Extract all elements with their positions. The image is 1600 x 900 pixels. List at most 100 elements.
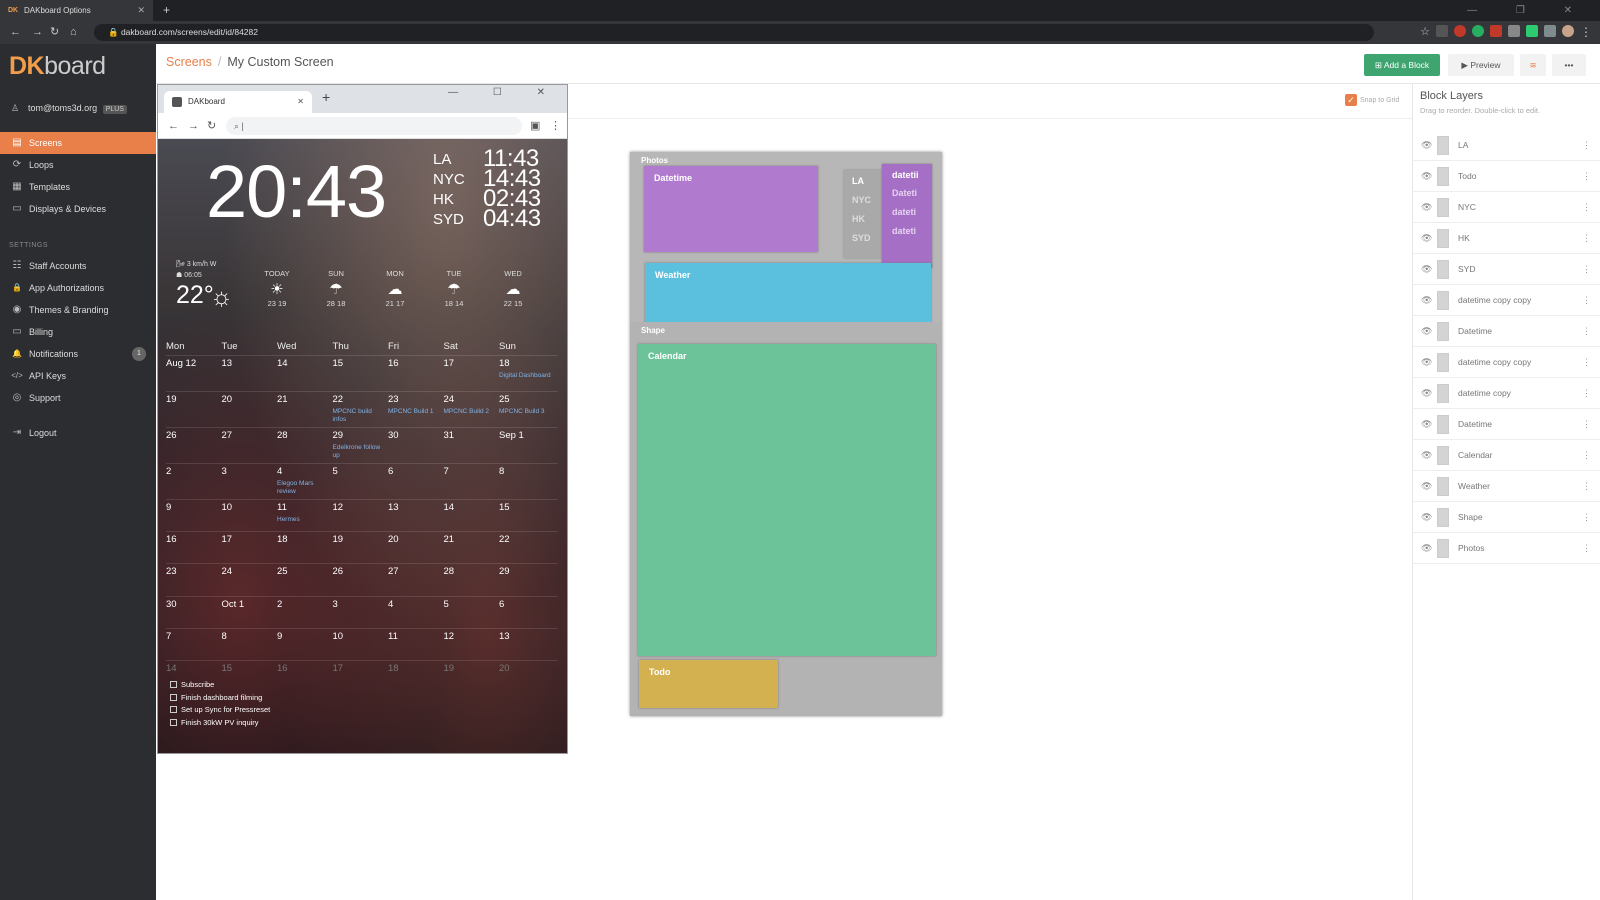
sidebar-item-notifications[interactable]: 🔔 Notifications 1 [0,343,156,365]
calendar-day-cell[interactable]: 26 [166,430,220,441]
calendar-day-cell[interactable]: 19 [333,534,387,545]
sidebar-item-screens[interactable]: ▤ Screens [0,132,156,154]
extension-icon[interactable] [1526,25,1538,37]
menu-icon[interactable]: ⋮ [550,113,561,139]
calendar-day-cell[interactable]: 28 [444,566,498,577]
sidebar-item-loops[interactable]: ⟳ Loops [0,154,156,176]
avatar[interactable] [1562,25,1574,37]
layer-item[interactable]: 👁 Calendar ⋮ [1413,440,1600,471]
eye-icon[interactable]: 👁 [1421,285,1432,316]
layer-menu-icon[interactable]: ⋮ [1582,285,1591,316]
calendar-day-cell[interactable]: 28 [277,430,331,441]
block-la[interactable]: LA [852,176,864,186]
calendar-event[interactable]: Edelkrone follow up [333,444,387,460]
calendar-day-cell[interactable]: 14 [166,663,220,674]
layer-menu-icon[interactable]: ⋮ [1582,533,1591,564]
extension-icon[interactable] [1454,25,1466,37]
calendar-day-cell[interactable]: 14 [277,358,331,369]
layer-item[interactable]: 👁 SYD ⋮ [1413,254,1600,285]
calendar-day-cell[interactable]: 17 [222,534,276,545]
calendar-day-cell[interactable]: 18 Digital Dashboard [499,358,553,380]
calendar-day-cell[interactable]: 18 [388,663,442,674]
reload-icon[interactable]: ↻ [207,113,216,139]
calendar-day-cell[interactable]: Aug 12 [166,358,220,369]
sidebar-item-billing[interactable]: ▭ Billing [0,321,156,343]
layer-menu-icon[interactable]: ⋮ [1582,254,1591,285]
calendar-day-cell[interactable]: 21 [444,534,498,545]
sidebar-item-displays[interactable]: ▭ Displays & Devices [0,198,156,220]
browser-menu-icon[interactable]: ⋮ [1580,25,1592,39]
breadcrumb-screens-link[interactable]: Screens [166,55,212,69]
calendar-day-cell[interactable]: 6 [388,466,442,477]
extension-icon[interactable] [1472,25,1484,37]
calendar-day-cell[interactable]: 24 MPCNC Build 2 [444,394,498,416]
calendar-day-cell[interactable]: 14 [444,502,498,513]
calendar-day-cell[interactable]: 6 [499,599,553,610]
extension-icon[interactable] [1490,25,1502,37]
home-icon[interactable]: ⌂ [70,21,77,44]
calendar-event[interactable]: Digital Dashboard [499,372,553,380]
url-field[interactable]: 🔒 dakboard.com/screens/edit/id/84282 [94,24,1374,41]
snap-checkbox[interactable]: ✓ [1345,94,1357,107]
layer-menu-icon[interactable]: ⋮ [1582,502,1591,533]
sidebar-item-logout[interactable]: ⇥ Logout [0,422,156,444]
layers-toggle-button[interactable]: ≋ [1520,54,1546,76]
dakboard-logo[interactable]: DKboard [9,52,106,81]
calendar-day-cell[interactable]: 21 [277,394,331,405]
layer-menu-icon[interactable]: ⋮ [1582,378,1591,409]
calendar-day-cell[interactable]: 19 [444,663,498,674]
calendar-day-cell[interactable]: 20 [388,534,442,545]
layer-menu-icon[interactable]: ⋮ [1582,223,1591,254]
layer-menu-icon[interactable]: ⋮ [1582,161,1591,192]
layer-item[interactable]: 👁 NYC ⋮ [1413,192,1600,223]
calendar-event[interactable]: MPCNC Build 1 [388,408,442,416]
block-nyc[interactable]: NYC [852,195,871,205]
calendar-day-cell[interactable]: 17 [444,358,498,369]
calendar-day-cell[interactable]: 3 [333,599,387,610]
calendar-day-cell[interactable]: 27 [388,566,442,577]
block-weather[interactable]: Weather [645,263,931,329]
calendar-day-cell[interactable]: 2 [277,599,331,610]
calendar-day-cell[interactable]: 11 Hermes [277,502,331,524]
calendar-day-cell[interactable]: Oct 1 [222,599,276,610]
calendar-event[interactable]: Elegoo Mars review [277,480,331,496]
todo-item[interactable]: Finish 30kW PV inquiry [170,717,270,730]
calendar-day-cell[interactable]: 10 [222,502,276,513]
block-calendar[interactable]: Calendar [638,344,936,656]
browser-tab[interactable]: DK DAKboard Options ✕ [0,0,153,21]
add-block-button[interactable]: ⊞ Add a Block [1364,54,1440,76]
eye-icon[interactable]: 👁 [1421,471,1432,502]
calendar-day-cell[interactable]: 19 [166,394,220,405]
sidebar-item-support[interactable]: ◎ Support [0,387,156,409]
new-tab-button[interactable]: + [322,89,330,105]
calendar-day-cell[interactable]: 27 [222,430,276,441]
calendar-day-cell[interactable]: 2 [166,466,220,477]
calendar-day-cell[interactable]: 16 [388,358,442,369]
todo-item[interactable]: Subscribe [170,679,270,692]
calendar-day-cell[interactable]: 7 [166,631,220,642]
omnibox-input[interactable]: ⌕ | [226,117,522,135]
layer-item[interactable]: 👁 Datetime ⋮ [1413,409,1600,440]
calendar-day-cell[interactable]: 4 [388,599,442,610]
calendar-day-cell[interactable]: 20 [499,663,553,674]
extension-icon[interactable] [1436,25,1448,37]
layer-menu-icon[interactable]: ⋮ [1582,409,1591,440]
calendar-day-cell[interactable]: 11 [388,631,442,642]
calendar-day-cell[interactable]: 29 Edelkrone follow up [333,430,387,460]
calendar-day-cell[interactable]: 9 [166,502,220,513]
calendar-day-cell[interactable]: Sep 1 [499,430,553,441]
eye-icon[interactable]: 👁 [1421,440,1432,471]
star-icon[interactable]: ☆ [1420,25,1430,38]
extension-icon[interactable] [1544,25,1556,37]
layer-menu-icon[interactable]: ⋮ [1582,192,1591,223]
calendar-day-cell[interactable]: 13 [222,358,276,369]
sidebar-item-app-authorizations[interactable]: 🔒 App Authorizations [0,277,156,299]
layer-item[interactable]: 👁 Weather ⋮ [1413,471,1600,502]
layer-item[interactable]: 👁 datetime copy ⋮ [1413,378,1600,409]
calendar-day-cell[interactable]: 13 [499,631,553,642]
calendar-day-cell[interactable]: 9 [277,631,331,642]
layer-menu-icon[interactable]: ⋮ [1582,316,1591,347]
calendar-day-cell[interactable]: 20 [222,394,276,405]
calendar-day-cell[interactable]: 17 [333,663,387,674]
layer-item[interactable]: 👁 datetime copy copy ⋮ [1413,285,1600,316]
